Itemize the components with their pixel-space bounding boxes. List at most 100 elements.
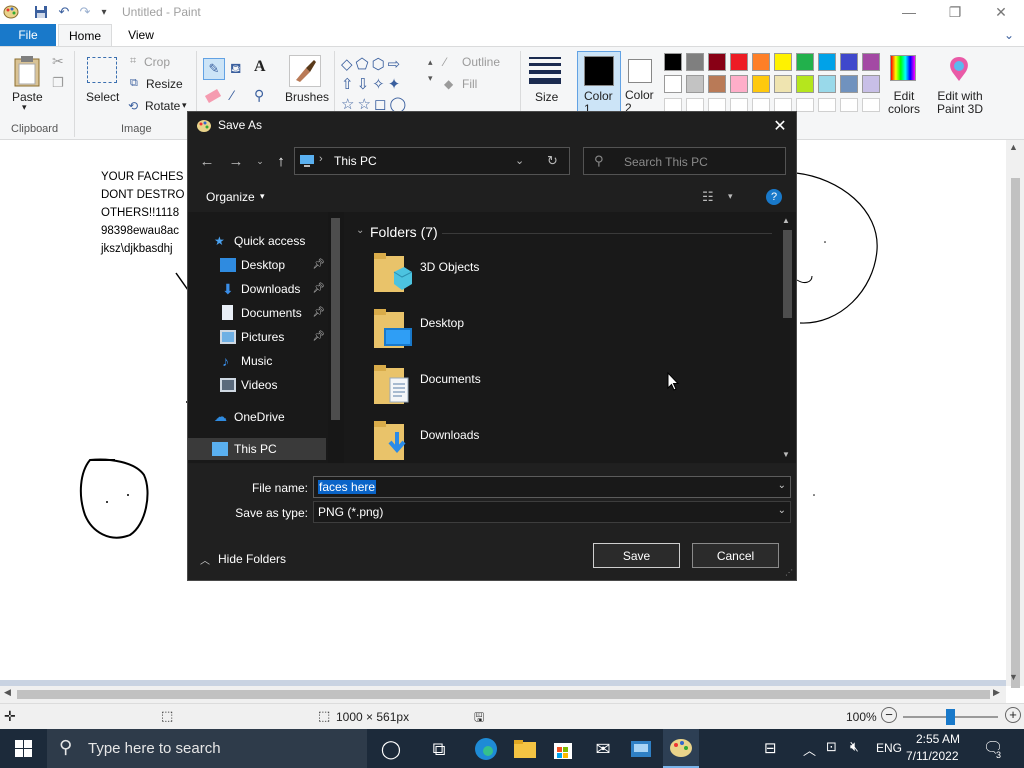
folders-header[interactable]: Folders (7) <box>370 224 438 240</box>
scroll-down-icon[interactable]: ▼ <box>1009 672 1018 682</box>
forward-arrow-icon[interactable]: → <box>226 151 246 171</box>
brushes-icon[interactable] <box>289 55 321 87</box>
help-button[interactable]: ? <box>766 189 782 205</box>
vertical-scrollbar[interactable]: ▲ ▼ <box>1006 140 1024 688</box>
palette-color-swatch[interactable] <box>752 53 770 71</box>
zoom-slider-thumb[interactable] <box>946 709 955 725</box>
save-as-type-dropdown-icon[interactable]: ⌄ <box>778 505 786 516</box>
network-icon[interactable]: ⊡ <box>826 739 837 755</box>
custom-color-slot[interactable] <box>730 98 748 112</box>
paste-button[interactable]: Paste <box>12 90 43 104</box>
tab-file[interactable]: File <box>0 24 56 46</box>
navigation-scrollbar[interactable] <box>328 212 344 463</box>
text-tool-icon[interactable]: A <box>254 58 266 76</box>
view-dropdown-icon[interactable]: ▾ <box>728 191 733 202</box>
file-name-dropdown-icon[interactable]: ⌄ <box>778 480 786 491</box>
ribbon-help-icon[interactable]: ⌄ <box>1004 28 1014 42</box>
custom-color-slot[interactable] <box>862 98 880 112</box>
list-scroll-down-icon[interactable]: ▼ <box>782 450 790 459</box>
task-view-icon[interactable]: ⧉ <box>425 735 453 763</box>
recent-locations-icon[interactable]: ⌄ <box>250 151 270 171</box>
eraser-icon[interactable] <box>204 89 222 103</box>
list-scroll-up-icon[interactable]: ▲ <box>782 216 790 225</box>
view-options-icon[interactable]: ☷ <box>702 189 714 205</box>
edge-icon[interactable] <box>472 735 500 763</box>
nav-documents[interactable]: Documents 📌︎ <box>220 302 328 324</box>
undo-icon[interactable]: ↶ <box>56 4 72 20</box>
start-button[interactable] <box>0 729 46 768</box>
tab-home[interactable]: Home <box>58 24 112 46</box>
crop-button[interactable]: Crop <box>144 55 170 69</box>
address-dropdown-icon[interactable]: ⌄ <box>515 154 524 167</box>
edit-colors-button[interactable]: Edit colors <box>886 90 922 116</box>
hide-folders-button[interactable]: Hide Folders <box>218 552 286 566</box>
palette-color-swatch[interactable] <box>862 53 880 71</box>
resize-button[interactable]: Resize <box>146 77 183 91</box>
list-scroll-thumb[interactable] <box>783 230 792 318</box>
nav-pictures[interactable]: Pictures 📌︎ <box>220 326 328 348</box>
organize-dropdown-icon[interactable]: ▾ <box>260 191 265 202</box>
palette-color-swatch[interactable] <box>708 53 726 71</box>
rotate-icon[interactable]: ⟲ <box>128 99 138 113</box>
mail-icon[interactable]: ✉ <box>589 735 617 763</box>
custom-color-slot[interactable] <box>840 98 858 112</box>
cancel-button[interactable]: Cancel <box>692 543 779 568</box>
outline-icon[interactable]: ⁄ <box>444 55 446 69</box>
fill-button[interactable]: Fill <box>462 77 477 91</box>
shapes-gallery[interactable]: ◇⬠⬡⇨ ⇧⇩✧✦ ☆☆◻◯ <box>341 55 433 115</box>
rotate-dropdown-icon[interactable]: ▾ <box>182 100 187 111</box>
magnifier-icon[interactable]: ⚲ <box>254 87 264 104</box>
custom-color-slot[interactable] <box>752 98 770 112</box>
back-arrow-icon[interactable]: ← <box>197 151 217 171</box>
pencil-icon[interactable]: ✎ <box>203 58 225 80</box>
palette-color-swatch[interactable] <box>730 53 748 71</box>
shapes-scroll-up-icon[interactable]: ▴ <box>428 57 433 68</box>
palette-color-swatch[interactable] <box>686 75 704 93</box>
paint3d-icon[interactable] <box>945 55 973 83</box>
taskbar-search-box[interactable]: ⚲ Type here to search <box>47 729 367 768</box>
select-icon[interactable] <box>87 57 117 83</box>
zoom-in-button[interactable]: + <box>1005 707 1021 723</box>
volume-muted-icon[interactable]: 🔇︎ <box>850 738 859 755</box>
scroll-left-icon[interactable]: ◀ <box>4 687 11 698</box>
edit-colors-icon[interactable] <box>890 55 916 81</box>
language-indicator[interactable]: ENG <box>876 741 902 755</box>
tab-view[interactable]: View <box>116 24 166 46</box>
paint-taskbar-icon[interactable] <box>663 729 699 768</box>
palette-color-swatch[interactable] <box>840 75 858 93</box>
collapse-chevron-icon[interactable]: ⌄ <box>356 225 364 236</box>
palette-color-swatch[interactable] <box>708 75 726 93</box>
file-name-input[interactable]: faces here ⌄ <box>313 476 791 498</box>
address-location[interactable]: This PC <box>334 154 377 168</box>
custom-color-slot[interactable] <box>818 98 836 112</box>
clock-date[interactable]: 7/11/2022 <box>906 749 959 763</box>
scroll-up-icon[interactable]: ▲ <box>1009 142 1018 152</box>
navigation-scroll-thumb[interactable] <box>331 218 340 420</box>
palette-color-swatch[interactable] <box>818 53 836 71</box>
paste-dropdown-icon[interactable]: ▾ <box>22 102 27 113</box>
color-picker-icon[interactable]: ⁄ <box>231 87 233 103</box>
palette-color-swatch[interactable] <box>774 53 792 71</box>
cut-icon[interactable]: ✂ <box>52 53 64 70</box>
outline-button[interactable]: Outline <box>462 55 500 69</box>
clock-time[interactable]: 2:55 AM <box>916 732 960 746</box>
paste-icon[interactable] <box>13 55 41 90</box>
search-field[interactable]: ⚲ Search This PC <box>583 147 786 175</box>
cortana-icon[interactable]: ◯ <box>377 735 405 763</box>
crop-icon[interactable]: ⌗ <box>130 55 136 68</box>
custom-color-slot[interactable] <box>664 98 682 112</box>
custom-color-slot[interactable] <box>708 98 726 112</box>
palette-color-swatch[interactable] <box>774 75 792 93</box>
file-explorer-icon[interactable] <box>511 735 539 763</box>
nav-desktop[interactable]: Desktop 📌︎ <box>220 254 328 276</box>
brushes-button[interactable]: Brushes <box>285 90 329 104</box>
copy-icon[interactable]: ❐ <box>52 75 64 91</box>
show-hidden-icons[interactable]: ︿ <box>803 740 816 759</box>
minimize-button[interactable]: — <box>886 0 932 24</box>
news-widget-icon[interactable]: ⊟ <box>764 739 777 757</box>
refresh-icon[interactable]: ↻ <box>547 153 558 169</box>
size-button[interactable]: Size <box>535 90 558 104</box>
save-icon[interactable] <box>33 4 49 20</box>
resize-icon[interactable]: ⧉ <box>130 77 138 90</box>
store-icon[interactable] <box>549 735 577 763</box>
